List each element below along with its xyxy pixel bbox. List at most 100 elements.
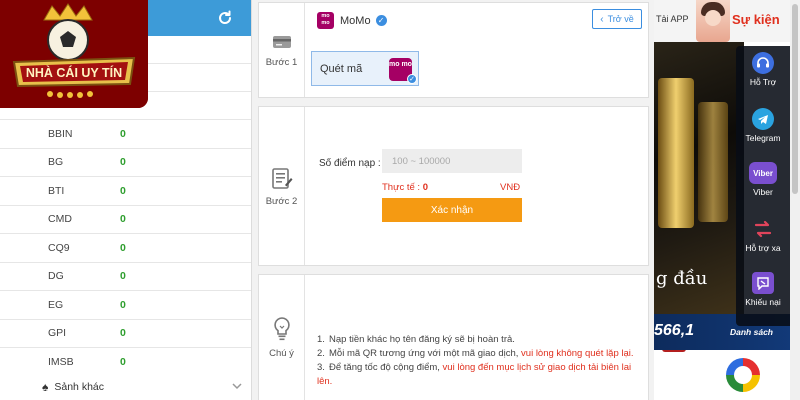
step-1-label: Bước 1: [265, 56, 298, 68]
wallet-name: BG: [48, 156, 64, 169]
wallet-row-imsb: IMSB 0: [0, 348, 251, 377]
wallet-name: BTI: [48, 184, 65, 197]
actual-amount-label: Thực tế :: [382, 182, 421, 193]
wallet-name: BBIN: [48, 127, 73, 140]
complaint-icon: [752, 272, 774, 294]
headset-icon: [752, 52, 774, 74]
note-number: 3.: [317, 362, 325, 373]
note-text: Để tăng tốc độ cộng điểm,: [329, 362, 443, 373]
promo-avatar: [696, 0, 730, 42]
confirm-button[interactable]: Xác nhận: [382, 198, 522, 222]
wallet-balance: 0: [120, 127, 126, 140]
note-item: 3. Để tăng tốc độ cộng điểm, vui lòng đến…: [317, 361, 648, 389]
more-lobbies-toggle[interactable]: ♠ Sảnh khác: [0, 374, 251, 400]
actual-amount-value: 0: [422, 182, 428, 193]
wallet-row-dg: DG 0: [0, 263, 251, 291]
notes-label-column: Chú ý: [259, 275, 305, 400]
back-button-label: Trở về: [607, 14, 634, 24]
note-text: Mỗi mã QR tương ứng với một mã giao dịch…: [329, 348, 522, 359]
notes-label: Chú ý: [269, 348, 294, 359]
wallet-row-gpi: GPI 0: [0, 320, 251, 348]
jackpot-amount: 566,1: [654, 322, 695, 339]
toolbar-label: Hỗ Trợ: [749, 77, 777, 87]
logo-emblem-icon: NHÀ CÁI UY TÍN: [0, 0, 148, 108]
note-item: 2. Mỗi mã QR tương ứng với một mã giao dị…: [317, 347, 648, 361]
promo-headline: g đầu: [656, 268, 708, 289]
wallet-name: GPI: [48, 327, 67, 340]
wallet-balance: 0: [120, 156, 126, 169]
wallet-balance: 0: [120, 298, 126, 311]
step-2-section: Bước 2 Số điểm nạp : Thực tế : 0 VNĐ Xác…: [258, 106, 649, 266]
card-icon: [272, 35, 291, 48]
step-1-section: Bước 1 mo mo MoMo ✓ ‹ Trở về Quét mã mo …: [258, 2, 649, 98]
verified-check-icon: ✓: [375, 15, 387, 26]
contact-toolbar: Hỗ Trợ Telegram Viber Viber Hỗ trợ xa Kh…: [736, 46, 790, 326]
toolbar-label: Viber: [753, 187, 773, 197]
site-logo[interactable]: NHÀ CÁI UY TÍN: [0, 0, 148, 108]
scrollbar-thumb[interactable]: [792, 4, 798, 194]
notes-section: Chú ý 1. Nạp tiền khác họ tên đăng ký sẽ …: [258, 274, 649, 400]
form-edit-icon: [271, 167, 292, 189]
toolbar-item-remote-support[interactable]: Hỗ trợ xa: [736, 214, 790, 262]
refresh-icon[interactable]: [217, 10, 233, 26]
back-button[interactable]: ‹ Trở về: [592, 9, 642, 29]
viber-icon-text: Viber: [753, 168, 773, 178]
payment-method-title: mo mo MoMo ✓: [317, 12, 387, 29]
wallet-balance: 0: [120, 327, 126, 340]
wallet-name: CQ9: [48, 241, 70, 254]
amount-label: Số điểm nạp :: [319, 158, 381, 169]
wallet-row-bg: BG 0: [0, 149, 251, 177]
wallet-name: DG: [48, 270, 64, 283]
note-number: 1.: [317, 334, 325, 345]
currency-label: VNĐ: [500, 182, 521, 193]
logo-text: NHÀ CÁI UY TÍN: [26, 65, 122, 80]
note-item: 1. Nạp tiền khác họ tên đăng ký sẽ bị hoà…: [317, 333, 648, 347]
download-app-link[interactable]: Tải APP: [656, 14, 689, 24]
spade-icon: ♠: [42, 380, 49, 394]
telegram-icon: [752, 108, 774, 130]
toolbar-label: Khiếu nại: [745, 297, 781, 307]
avatar-face: [705, 10, 721, 26]
wallet-name: IMSB: [48, 355, 74, 368]
viber-icon: Viber: [749, 162, 777, 184]
toolbar-item-complaint[interactable]: Khiếu nại: [736, 268, 790, 316]
leaderboard-link[interactable]: Danh sách: [730, 327, 773, 337]
wallet-balance: 0: [120, 270, 126, 283]
toolbar-label: Hỗ trợ xa: [745, 243, 781, 253]
promo-banner[interactable]: g đầu: [654, 42, 744, 352]
wallet-name: CMD: [48, 213, 72, 226]
wallet-name: EG: [48, 298, 64, 311]
toolbar-label: Telegram: [745, 133, 781, 143]
lightbulb-icon: [273, 317, 290, 341]
momo-logo-icon: mo mo: [317, 12, 334, 29]
scan-qr-label: Quét mã: [320, 62, 363, 75]
wallet-row-cq9: CQ9 0: [0, 234, 251, 263]
events-link[interactable]: Sự kiện: [732, 12, 780, 27]
scan-qr-option[interactable]: Quét mã mo mo ✓: [311, 51, 419, 86]
step-2-label-column: Bước 2: [259, 107, 305, 265]
gold-decoration: [658, 78, 694, 228]
laliga-logo-icon: [726, 358, 760, 392]
remote-support-icon: [752, 218, 774, 240]
toolbar-item-telegram[interactable]: Telegram: [736, 104, 790, 152]
wallet-row-cmd: CMD 0: [0, 206, 251, 234]
wallet-row-eg: EG 0: [0, 291, 251, 320]
deposit-form: Bước 1 mo mo MoMo ✓ ‹ Trở về Quét mã mo …: [252, 0, 654, 400]
chevron-left-icon: ‹: [600, 13, 604, 25]
toolbar-item-support[interactable]: Hỗ Trợ: [736, 48, 790, 96]
chevron-down-icon: [232, 383, 242, 390]
notes-list: 1. Nạp tiền khác họ tên đăng ký sẽ bị hoà…: [317, 333, 648, 389]
wallet-balance: 0: [120, 241, 126, 254]
step-1-label-column: Bước 1: [259, 3, 305, 97]
toolbar-item-viber[interactable]: Viber Viber: [736, 158, 790, 206]
wallet-row-bti: BTI 0: [0, 177, 251, 206]
actual-amount: Thực tế : 0: [382, 182, 428, 193]
gold-decoration: [698, 102, 728, 222]
wallet-balance: 0: [120, 184, 126, 197]
logo-inner: [734, 366, 752, 384]
wallet-balance: 0: [120, 213, 126, 226]
amount-input[interactable]: [382, 149, 522, 173]
note-text: Nạp tiền khác họ tên đăng ký sẽ bị hoàn …: [329, 334, 515, 345]
note-warning-text: vui lòng không quét lặp lại.: [521, 348, 634, 359]
wallet-balance: 0: [120, 355, 126, 368]
